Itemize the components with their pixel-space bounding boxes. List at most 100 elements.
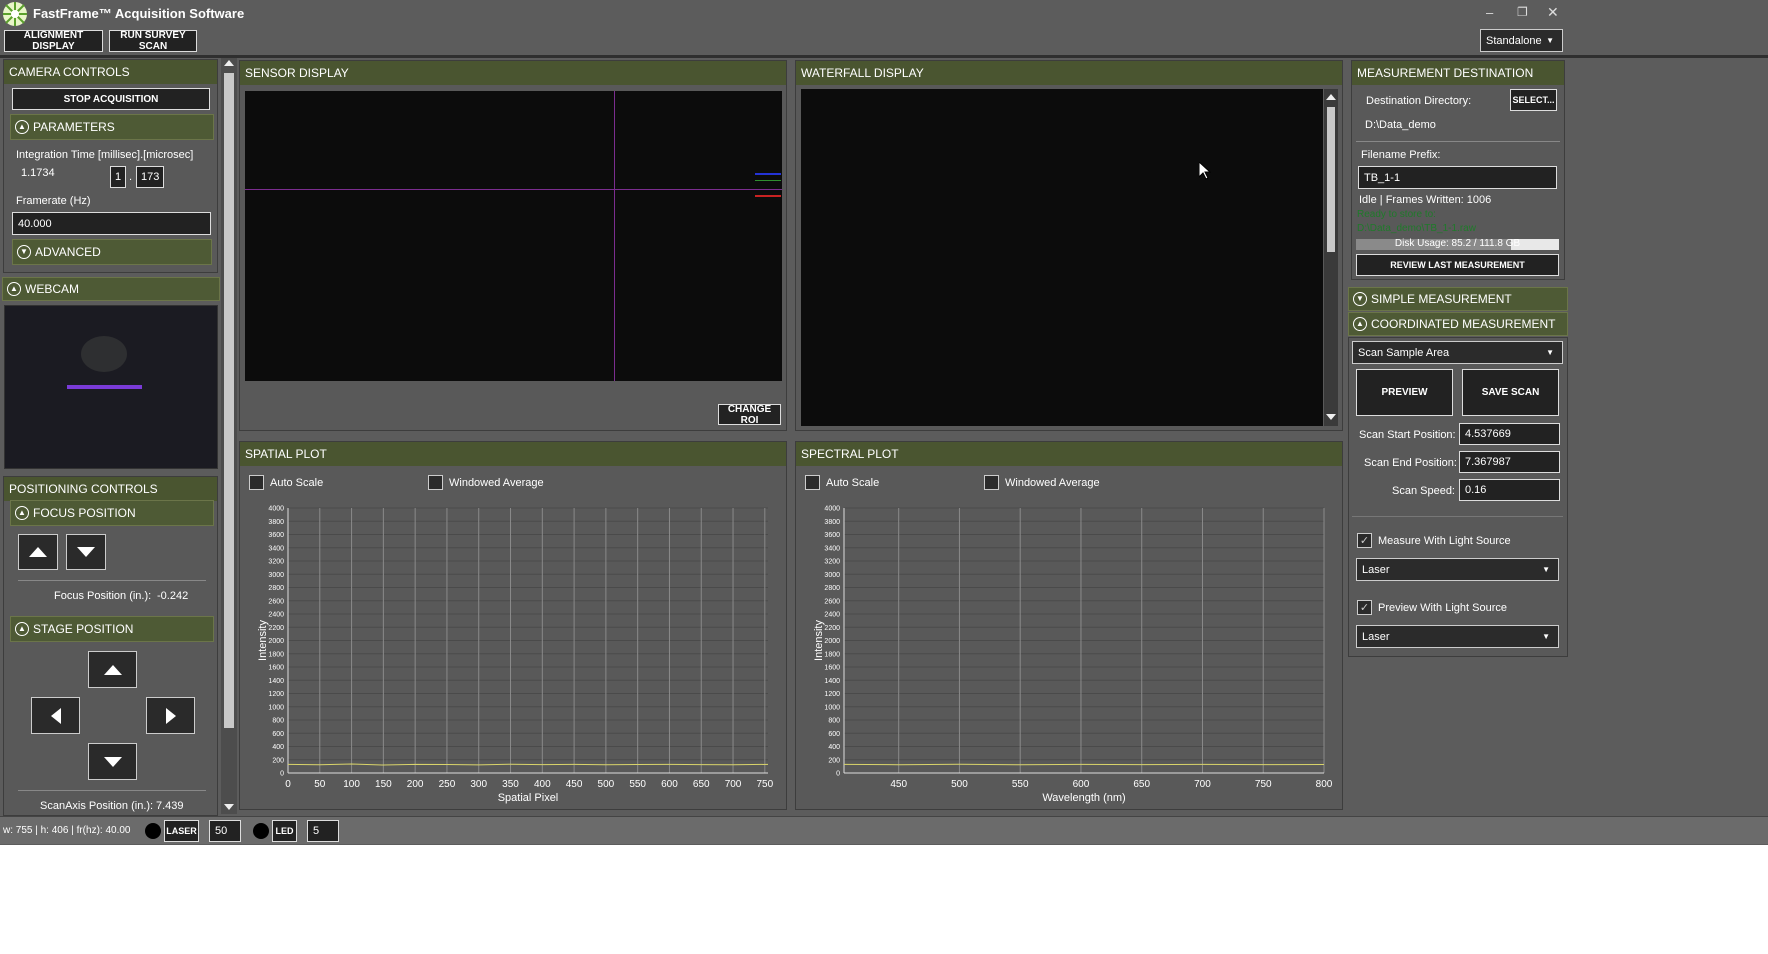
x-tick-label: 350 [502, 779, 519, 790]
stage-right-button[interactable] [146, 697, 195, 734]
spatial-windowed-average-checkbox[interactable] [428, 475, 443, 490]
coordinated-measurement-section-header[interactable]: ▲ COORDINATED MEASUREMENT [1348, 312, 1568, 336]
x-tick-label: 0 [285, 779, 291, 790]
scan-speed-input[interactable]: 0.16 [1459, 479, 1560, 501]
x-tick-label: 750 [1255, 779, 1272, 790]
stop-acquisition-button[interactable]: STOP ACQUISITION [12, 88, 210, 110]
stage-left-button[interactable] [31, 697, 80, 734]
y-tick-label: 800 [272, 718, 284, 725]
acquisition-status-text: Idle | Frames Written: 1006 [1359, 194, 1492, 206]
preview-button[interactable]: PREVIEW [1356, 369, 1453, 416]
sensor-marker-green [755, 180, 781, 181]
ready-to-store-path: D:\Data_demo\TB_1-1.raw [1357, 223, 1476, 234]
spatial-auto-scale-label: Auto Scale [270, 477, 324, 489]
led-toggle-button[interactable]: LED [272, 820, 297, 842]
restore-icon[interactable]: ❐ [1517, 5, 1528, 19]
chevron-up-icon: ▲ [15, 120, 29, 134]
integration-separator: . [129, 171, 133, 183]
led-power-input[interactable]: 5 [307, 820, 339, 842]
sensor-display-header: SENSOR DISPLAY [240, 61, 786, 85]
chevron-down-icon: ▼ [1546, 348, 1554, 357]
left-scrollbar[interactable] [221, 58, 237, 814]
arrow-down-icon [103, 756, 122, 767]
integration-us-input[interactable]: 173 [136, 166, 164, 188]
scan-end-input[interactable]: 7.367987 [1459, 451, 1560, 473]
spatial-auto-scale-checkbox[interactable] [249, 475, 264, 490]
scan-end-label: Scan End Position: [1364, 457, 1457, 469]
measure-light-source-checkbox[interactable]: ✓ [1357, 533, 1372, 548]
laser-power-input[interactable]: 50 [209, 820, 241, 842]
select-directory-button[interactable]: SELECT... [1510, 89, 1557, 111]
disk-usage-bar: Disk Usage: 85.2 / 111.8 GB [1356, 238, 1559, 250]
stage-position-section-header[interactable]: ▲ STAGE POSITION [10, 616, 214, 642]
x-tick-label: 750 [756, 779, 773, 790]
preview-light-source-checkbox[interactable]: ✓ [1357, 600, 1372, 615]
spectral-windowed-average-checkbox[interactable] [984, 475, 999, 490]
change-roi-button[interactable]: CHANGE ROI [718, 404, 781, 426]
run-survey-scan-button[interactable]: RUN SURVEY SCAN [109, 30, 197, 52]
y-tick-label: 3600 [268, 532, 284, 539]
positioning-controls-header: POSITIONING CONTROLS [4, 477, 217, 501]
parameters-label: PARAMETERS [33, 120, 115, 134]
waterfall-image[interactable] [801, 89, 1323, 426]
save-scan-button[interactable]: SAVE SCAN [1462, 369, 1559, 416]
scrollbar-thumb[interactable] [1327, 107, 1335, 252]
framerate-input[interactable]: 40.000 [12, 212, 211, 235]
sensor-image[interactable] [245, 91, 782, 381]
scan-type-select[interactable]: Scan Sample Area ▼ [1352, 341, 1563, 364]
y-tick-label: 1800 [824, 651, 840, 658]
integration-ms-input[interactable]: 1 [110, 166, 126, 188]
stage-down-button[interactable] [88, 743, 137, 780]
chevron-up-icon: ▲ [1353, 317, 1367, 331]
measure-light-source-select[interactable]: Laser ▼ [1356, 558, 1559, 581]
spectral-windowed-average-label: Windowed Average [1005, 477, 1100, 489]
scrollbar-thumb[interactable] [224, 73, 234, 728]
y-tick-label: 2400 [824, 612, 840, 619]
y-tick-label: 600 [272, 731, 284, 738]
webcam-blob [81, 336, 127, 372]
scroll-up-icon[interactable] [1326, 94, 1336, 100]
arrow-up-icon [103, 664, 122, 675]
y-tick-label: 3200 [824, 559, 840, 566]
spatial-plot-header: SPATIAL PLOT [240, 442, 786, 466]
y-tick-label: 1000 [268, 704, 284, 711]
waterfall-scrollbar[interactable] [1324, 89, 1338, 426]
focus-up-button[interactable] [18, 534, 58, 570]
y-tick-label: 2600 [824, 598, 840, 605]
simple-measurement-label: SIMPLE MEASUREMENT [1371, 292, 1512, 306]
sensor-marker-red [755, 195, 781, 197]
scroll-up-icon[interactable] [224, 60, 234, 66]
focus-down-button[interactable] [66, 534, 106, 570]
scroll-down-icon[interactable] [1326, 414, 1336, 420]
x-tick-label: 700 [1194, 779, 1211, 790]
close-icon[interactable]: ✕ [1547, 4, 1559, 21]
status-bar: w: 755 | h: 406 | fr(hz): 40.00 LASER 50… [0, 816, 1768, 844]
scroll-down-icon[interactable] [224, 804, 234, 810]
minimize-icon[interactable]: – [1486, 5, 1493, 20]
webcam-section-header[interactable]: ▲ WEBCAM [2, 277, 220, 301]
scan-speed-label: Scan Speed: [1392, 485, 1455, 497]
stage-up-button[interactable] [88, 651, 137, 688]
parameters-section-header[interactable]: ▲ PARAMETERS [10, 114, 214, 140]
app-logo-icon [2, 1, 28, 27]
spectral-auto-scale-checkbox[interactable] [805, 475, 820, 490]
filename-prefix-input[interactable]: TB_1-1 [1358, 166, 1557, 189]
scan-start-input[interactable]: 4.537669 [1459, 423, 1560, 445]
y-tick-label: 1400 [824, 678, 840, 685]
preview-light-source-select[interactable]: Laser ▼ [1356, 625, 1559, 648]
title-bar: FastFrame™ Acquisition Software – ❐ ✕ [0, 0, 1768, 28]
review-last-measurement-button[interactable]: REVIEW LAST MEASUREMENT [1356, 254, 1559, 276]
x-axis-label: Spatial Pixel [498, 792, 559, 804]
alignment-display-button[interactable]: ALIGNMENT DISPLAY [4, 30, 103, 52]
disk-usage-text: Disk Usage: 85.2 / 111.8 GB [1394, 238, 1521, 249]
mode-select-value: Standalone [1486, 34, 1542, 47]
laser-toggle-button[interactable]: LASER [164, 820, 199, 842]
advanced-section-header[interactable]: ▼ ADVANCED [12, 239, 212, 265]
chevron-up-icon: ▲ [15, 506, 29, 520]
simple-measurement-section-header[interactable]: ▼ SIMPLE MEASUREMENT [1348, 287, 1568, 311]
y-tick-label: 1200 [824, 691, 840, 698]
focus-position-section-header[interactable]: ▲ FOCUS POSITION [10, 500, 214, 526]
x-tick-label: 400 [534, 779, 551, 790]
mode-select[interactable]: Standalone ▼ [1480, 29, 1563, 52]
arrow-left-icon [50, 707, 61, 724]
